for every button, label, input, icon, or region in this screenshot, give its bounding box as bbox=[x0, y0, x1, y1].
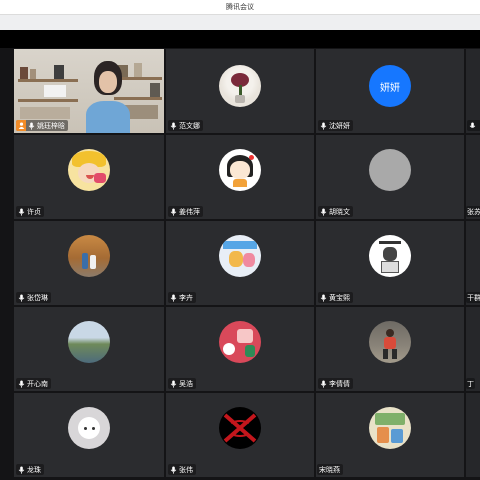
participant-tile[interactable]: 龙珠 bbox=[14, 393, 164, 477]
host-name-badge: 姚珏梓晗 bbox=[16, 120, 68, 131]
participant-name-tag: 宋晓燕 bbox=[317, 464, 343, 475]
participant-tile[interactable]: 吴浩 bbox=[166, 307, 314, 391]
participant-name-tag: 黄宝熙 bbox=[318, 292, 353, 303]
participant-name-tag: 吴浩 bbox=[168, 378, 196, 389]
participant-name-tag: 胡晓文 bbox=[318, 206, 353, 217]
video-grid: 姚珏梓晗 范文娜 妍妍 沈妍妍 许贞 姜伟萍 胡晓文 张苏 张岱琳 李卉 黄宝熙… bbox=[0, 48, 480, 480]
participant-name-tag bbox=[467, 120, 480, 131]
participant-name-tag: 范文娜 bbox=[168, 120, 203, 131]
child-running-photo-icon bbox=[369, 321, 411, 363]
participant-tile-host[interactable]: 姚珏梓晗 bbox=[14, 49, 164, 133]
mic-icon bbox=[170, 380, 177, 388]
cartoon-boy-icon bbox=[68, 149, 110, 191]
window-title: 腾讯会议 bbox=[226, 3, 254, 11]
participant-name-tag: 干群 bbox=[466, 292, 480, 303]
mic-icon bbox=[18, 294, 25, 302]
participant-tile-partial[interactable]: 干群 bbox=[466, 221, 480, 305]
mic-icon bbox=[320, 380, 327, 388]
title-bar: 腾讯会议 bbox=[0, 0, 480, 14]
participant-name: 李卉 bbox=[179, 293, 193, 302]
cartoon-character-icon bbox=[369, 235, 411, 277]
participant-tile[interactable]: 胡晓文 bbox=[316, 135, 464, 219]
mic-icon bbox=[170, 208, 177, 216]
participant-name-tag: 龙珠 bbox=[16, 464, 44, 475]
participant-tile[interactable]: 宋晓燕 bbox=[316, 393, 464, 477]
participant-name: 李倩倩 bbox=[329, 379, 350, 388]
participant-name-tag: 许贞 bbox=[16, 206, 44, 217]
participant-tile[interactable]: 许贞 bbox=[14, 135, 164, 219]
mic-icon bbox=[469, 122, 476, 130]
participant-tile[interactable]: 妍妍 沈妍妍 bbox=[316, 49, 464, 133]
participant-name: 张岱琳 bbox=[27, 293, 48, 302]
mic-icon bbox=[320, 122, 327, 130]
cartoon-card-icon bbox=[219, 235, 261, 277]
mic-icon bbox=[170, 122, 177, 130]
participant-name-tag: 丁 bbox=[466, 378, 475, 389]
participant-name: 丁 bbox=[467, 379, 474, 388]
participant-name: 张伟 bbox=[179, 465, 193, 474]
chu-era-logo-icon bbox=[219, 407, 261, 449]
flower-vase-photo-icon bbox=[219, 65, 261, 107]
participant-tile[interactable]: 黄宝熙 bbox=[316, 221, 464, 305]
participant-tile[interactable]: 开心南 bbox=[14, 307, 164, 391]
mic-icon bbox=[320, 208, 327, 216]
participant-name-tag: 李倩倩 bbox=[318, 378, 353, 389]
mic-icon bbox=[170, 466, 177, 474]
mic-icon bbox=[170, 294, 177, 302]
participant-name-tag: 张岱琳 bbox=[16, 292, 51, 303]
participant-tile[interactable]: 范文娜 bbox=[166, 49, 314, 133]
coastline-photo-icon bbox=[68, 321, 110, 363]
toy-collage-icon bbox=[219, 321, 261, 363]
meeting-header bbox=[0, 30, 480, 48]
host-icon bbox=[16, 120, 26, 131]
blank-gray-avatar-icon bbox=[369, 149, 411, 191]
participant-tile-partial[interactable]: 张苏 bbox=[466, 135, 480, 219]
participant-name: 龙珠 bbox=[27, 465, 41, 474]
participant-tile[interactable]: 张伟 bbox=[166, 393, 314, 477]
participant-name: 姜伟萍 bbox=[179, 207, 200, 216]
mic-icon bbox=[28, 122, 35, 130]
participant-name-tag: 张苏 bbox=[466, 206, 480, 217]
mic-icon bbox=[320, 294, 327, 302]
participant-tile-partial[interactable]: 丁 bbox=[466, 307, 480, 391]
participant-name-tag: 李卉 bbox=[168, 292, 196, 303]
text-avatar: 妍妍 bbox=[369, 65, 411, 107]
mic-icon bbox=[18, 208, 25, 216]
participant-name: 张苏 bbox=[467, 207, 480, 216]
mic-icon bbox=[18, 466, 25, 474]
participant-name: 姚珏梓晗 bbox=[37, 121, 65, 130]
participant-tile[interactable]: 张岱琳 bbox=[14, 221, 164, 305]
participant-name: 开心南 bbox=[27, 379, 48, 388]
toolbar-band bbox=[0, 14, 480, 30]
participant-name: 宋晓燕 bbox=[319, 465, 340, 474]
participant-name: 胡晓文 bbox=[329, 207, 350, 216]
participant-tile[interactable]: 李卉 bbox=[166, 221, 314, 305]
white-cat-photo-icon bbox=[68, 407, 110, 449]
mic-icon bbox=[18, 380, 25, 388]
participant-name: 吴浩 bbox=[179, 379, 193, 388]
participant-tile[interactable]: 姜伟萍 bbox=[166, 135, 314, 219]
participant-name-tag: 张伟 bbox=[168, 464, 196, 475]
participant-tile-partial[interactable] bbox=[466, 393, 480, 477]
participant-tile-partial[interactable] bbox=[466, 49, 480, 133]
poster-drawing-icon bbox=[369, 407, 411, 449]
autumn-street-photo-icon bbox=[68, 235, 110, 277]
participant-name: 干群 bbox=[467, 293, 480, 302]
participant-name: 黄宝熙 bbox=[329, 293, 350, 302]
participant-tile[interactable]: 李倩倩 bbox=[316, 307, 464, 391]
participant-name: 沈妍妍 bbox=[329, 121, 350, 130]
participant-name-tag: 开心南 bbox=[16, 378, 51, 389]
cartoon-girl-icon bbox=[219, 149, 261, 191]
participant-name: 范文娜 bbox=[179, 121, 200, 130]
participant-name: 许贞 bbox=[27, 207, 41, 216]
participant-name-tag: 沈妍妍 bbox=[318, 120, 353, 131]
participant-name-tag: 姜伟萍 bbox=[168, 206, 203, 217]
